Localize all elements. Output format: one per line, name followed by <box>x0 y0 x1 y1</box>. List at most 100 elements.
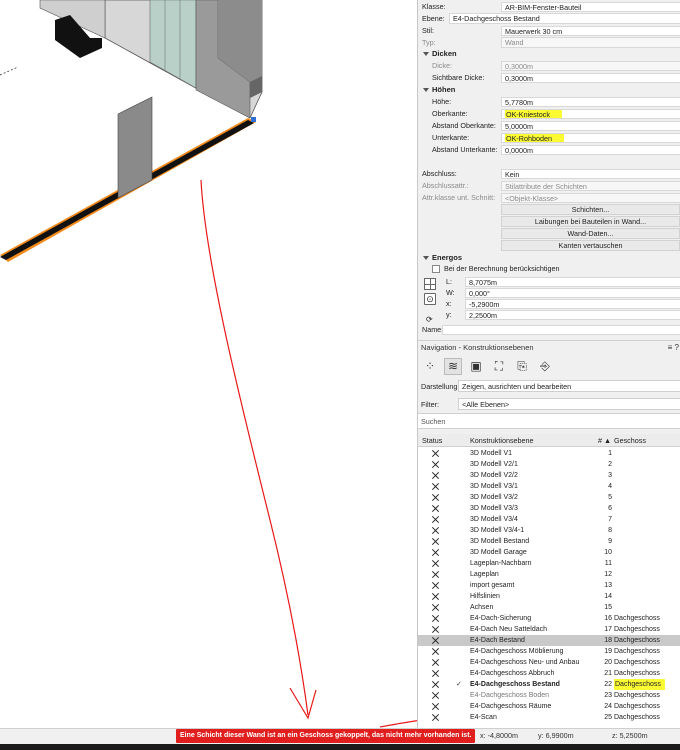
table-row[interactable]: 3D Modell V3/2 5 <box>418 492 680 503</box>
table-row[interactable]: E4-Dachgeschoss Abbruch 21 Dachgeschoss <box>418 668 680 679</box>
table-row[interactable]: Achsen 15 <box>418 602 680 613</box>
l-field[interactable]: 8,7075m <box>465 276 680 287</box>
visibility-off-icon[interactable] <box>431 558 439 569</box>
visibility-off-icon[interactable] <box>431 602 439 613</box>
ebene-field[interactable]: E4-Dachgeschoss Bestand <box>449 13 680 24</box>
table-row[interactable]: E4-Scan 25 Dachgeschoss <box>418 712 680 723</box>
table-row[interactable]: 3D Modell V3/3 6 <box>418 503 680 514</box>
y-coordinate: y: 6,9900m <box>538 731 574 740</box>
filter-select[interactable]: <Alle Ebenen> <box>458 398 680 410</box>
klasse-field[interactable]: AR-BIM-Fenster-Bauteil <box>501 1 680 12</box>
layer-name: 3D Modell Garage <box>470 549 527 556</box>
saved-views-icon[interactable]: ⎘ <box>513 358 531 375</box>
visibility-off-icon[interactable] <box>431 624 439 635</box>
layer-name: 3D Modell V3/2 <box>470 494 518 501</box>
table-row[interactable]: E4-Dach Neu Satteldach 17 Dachgeschoss <box>418 624 680 635</box>
darstellung-select[interactable]: Zeigen, ausrichten und bearbeiten <box>458 380 680 392</box>
visibility-off-icon[interactable] <box>431 503 439 514</box>
abstand-oberkante-field[interactable]: 5,0000m <box>501 120 680 131</box>
x-field[interactable]: -5,2900m <box>465 298 680 309</box>
stil-field[interactable]: Mauerwerk 30 cm <box>501 25 680 36</box>
sheet-layers-icon[interactable]: ▣ <box>467 358 485 375</box>
y-field[interactable]: 2,2500m <box>465 309 680 320</box>
table-row[interactable]: 3D Modell Garage 10 <box>418 547 680 558</box>
palette-menu-icon[interactable]: ≡ ? <box>668 341 679 355</box>
column-status[interactable]: Status <box>422 436 442 445</box>
dicken-section[interactable]: Dicken <box>418 48 680 59</box>
visibility-off-icon[interactable] <box>431 459 439 470</box>
visibility-off-icon[interactable] <box>431 701 439 712</box>
sichtbare-dicke-field[interactable]: 0,3000m <box>501 72 680 83</box>
visibility-off-icon[interactable] <box>431 470 439 481</box>
wand-daten-button[interactable]: Wand-Daten... <box>501 228 680 239</box>
column-sort[interactable]: # ▲ <box>598 436 611 445</box>
viewports-icon[interactable]: ⛶ <box>490 358 508 375</box>
laibungen-button[interactable]: Laibungen bei Bauteilen in Wand... <box>501 216 680 227</box>
table-row[interactable]: import gesamt 13 <box>418 580 680 591</box>
oberkante-highlight: OK-Kniestock <box>505 109 562 119</box>
viewport-3d[interactable] <box>0 0 417 740</box>
table-row[interactable]: E4-Dachgeschoss Räume 24 Dachgeschoss <box>418 701 680 712</box>
visibility-off-icon[interactable] <box>431 679 439 690</box>
visibility-off-icon[interactable] <box>431 646 439 657</box>
visibility-off-icon[interactable] <box>431 613 439 624</box>
table-row[interactable]: 3D Modell V1 1 <box>418 448 680 459</box>
visibility-off-icon[interactable] <box>431 536 439 547</box>
table-row[interactable]: ✓ E4-Dachgeschoss Bestand 22 Dachgeschoss <box>418 679 680 690</box>
table-row[interactable]: E4-Dachgeschoss Möblierung 19 Dachgeschoss <box>418 646 680 657</box>
visibility-off-icon[interactable] <box>431 690 439 701</box>
layer-number: 23 <box>604 692 612 699</box>
name-field[interactable] <box>442 324 680 335</box>
column-geschoss[interactable]: Geschoss <box>614 436 646 445</box>
table-row[interactable]: E4-Dach-Sicherung 16 Dachgeschoss <box>418 613 680 624</box>
layer-number: 14 <box>604 593 612 600</box>
hoehen-section[interactable]: Höhen <box>418 84 680 95</box>
visibility-off-icon[interactable] <box>431 547 439 558</box>
visibility-off-icon[interactable] <box>431 569 439 580</box>
w-field[interactable]: 0,000° <box>465 287 680 298</box>
visibility-off-icon[interactable] <box>431 492 439 503</box>
schichten-button[interactable]: Schichten... <box>501 204 680 215</box>
search-input[interactable]: Suchen <box>418 413 680 429</box>
properties-panel: Klasse: AR-BIM-Fenster-Bauteil Ebene: E4… <box>417 0 680 740</box>
typ-row: Typ: Wand <box>418 37 680 49</box>
visibility-off-icon[interactable] <box>431 591 439 602</box>
table-row[interactable]: 3D Modell V3/4-1 8 <box>418 525 680 536</box>
table-row[interactable]: E4-Dach Bestand 18 Dachgeschoss <box>418 635 680 646</box>
table-row[interactable]: Hilfslinien 14 <box>418 591 680 602</box>
energos-checkbox[interactable] <box>432 264 440 273</box>
column-konstruktionsebene[interactable]: Konstruktionsebene <box>470 436 534 445</box>
layers-icon[interactable]: ≋ <box>444 357 462 375</box>
energos-section[interactable]: Energos <box>418 252 680 263</box>
oberkante-field[interactable]: OK-Kniestock <box>501 108 680 119</box>
abstand-unterkante-field[interactable]: 0,0000m <box>501 144 680 155</box>
table-row[interactable]: E4-Dachgeschoss Boden 23 Dachgeschoss <box>418 690 680 701</box>
visibility-off-icon[interactable] <box>431 668 439 679</box>
table-row[interactable]: Lageplan 12 <box>418 569 680 580</box>
visibility-off-icon[interactable] <box>431 448 439 459</box>
unterkante-field[interactable]: OK-Rohboden <box>501 132 680 143</box>
visibility-off-icon[interactable] <box>431 635 439 646</box>
table-row[interactable]: Lageplan-Nachbarn 11 <box>418 558 680 569</box>
layer-geschoss: Dachgeschoss <box>614 670 660 677</box>
abschluss-field[interactable]: Kein <box>501 168 680 179</box>
visibility-off-icon[interactable] <box>431 580 439 591</box>
table-row[interactable]: 3D Modell V2/1 2 <box>418 459 680 470</box>
hoehe-field[interactable]: 5,7780m <box>501 96 680 107</box>
visibility-off-icon[interactable] <box>431 525 439 536</box>
layer-number: 2 <box>608 461 612 468</box>
layer-geschoss: Dachgeschoss <box>614 626 660 633</box>
classes-icon[interactable]: ⁘ <box>421 358 439 375</box>
table-row[interactable]: 3D Modell V3/1 4 <box>418 481 680 492</box>
table-row[interactable]: E4-Dachgeschoss Neu- und Anbau 20 Dachgesc… <box>418 657 680 668</box>
attrklasse-label: Attr.klasse unt. Schnitt: <box>422 193 496 203</box>
visibility-off-icon[interactable] <box>431 712 439 723</box>
table-row[interactable]: 3D Modell V2/2 3 <box>418 470 680 481</box>
visibility-off-icon[interactable] <box>431 514 439 525</box>
table-row[interactable]: 3D Modell V3/4 7 <box>418 514 680 525</box>
visibility-off-icon[interactable] <box>431 657 439 668</box>
references-icon[interactable]: ⎆ <box>536 358 554 375</box>
kanten-vertauschen-button[interactable]: Kanten vertauschen <box>501 240 680 251</box>
visibility-off-icon[interactable] <box>431 481 439 492</box>
table-row[interactable]: 3D Modell Bestand 9 <box>418 536 680 547</box>
